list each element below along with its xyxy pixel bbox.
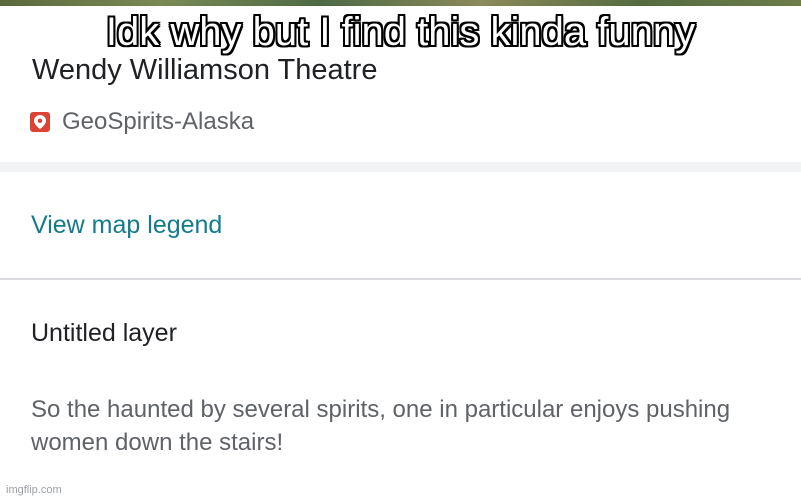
divider	[0, 278, 801, 280]
meme-caption: Idk why but I find this kinda funny	[105, 10, 696, 54]
layer-description: So the haunted by several spirits, one i…	[31, 396, 731, 456]
place-title: Wendy Williamson Theatre	[32, 54, 378, 86]
layer-name: Untitled layer	[31, 319, 177, 347]
map-pin-icon	[30, 112, 50, 132]
source-map-row[interactable]: GeoSpirits-Alaska	[30, 108, 254, 136]
view-map-legend-link[interactable]: View map legend	[31, 211, 222, 240]
imgflip-watermark: imgflip.com	[6, 484, 62, 496]
section-gap	[0, 162, 801, 172]
source-map-label: GeoSpirits-Alaska	[62, 108, 255, 135]
